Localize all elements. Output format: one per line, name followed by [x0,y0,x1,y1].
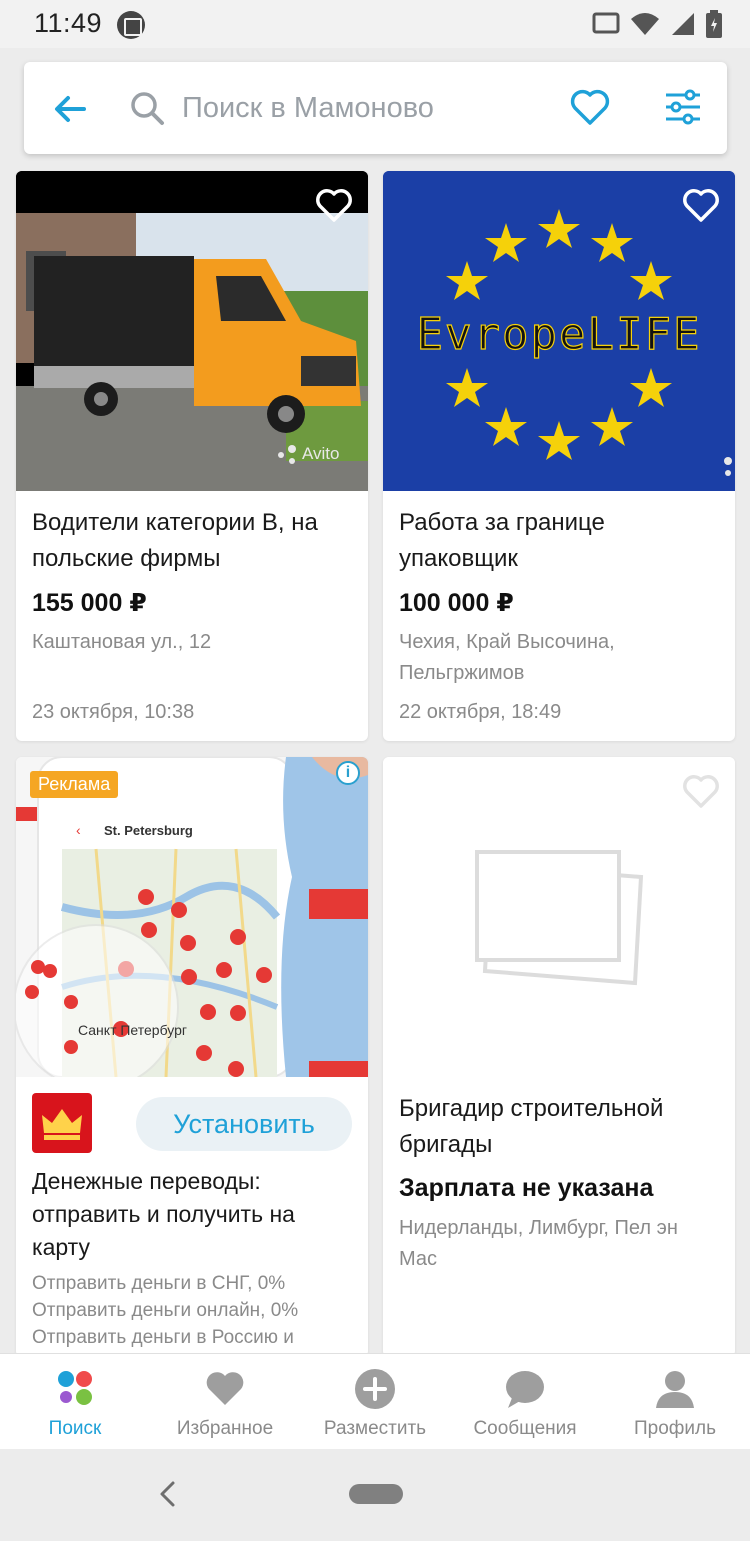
ad-map-image: ‹ St. Petersburg Санкт Петербург [16,757,368,1077]
nav-item-profile[interactable]: Профиль [600,1354,750,1449]
nav-item-search[interactable]: Поиск [0,1354,150,1449]
system-back-icon[interactable] [155,1479,179,1509]
signal-icon [672,13,694,35]
plus-circle-icon [355,1369,395,1409]
ad-description-line: Отправить деньги онлайн, 0% [32,1300,299,1321]
favorites-heart-icon[interactable] [569,86,611,128]
ad-card[interactable]: ‹ St. Petersburg Санкт Петербург Реклама… [16,757,368,1357]
nav-item-post[interactable]: Разместить [300,1354,450,1449]
listing-title: Водители категории В, на польские фирмы [32,509,318,572]
listing-card[interactable]: Бригадир строительной бригады Зарплата н… [383,757,735,1357]
listing-date: 23 октября, 10:38 [32,701,195,723]
nav-item-favorites[interactable]: Избранное [150,1354,300,1449]
nav-item-messages[interactable]: Сообщения [450,1354,600,1449]
ad-badge: Реклама [30,771,119,798]
nav-label: Разместить [323,1418,427,1439]
ad-title: Денежные переводы: отправить и получить … [32,1168,295,1260]
system-home-pill[interactable] [349,1484,403,1504]
cast-icon [592,12,620,34]
filter-icon[interactable] [662,86,704,128]
ad-description-line: Отправить деньги в Россию и [32,1327,294,1348]
search-icon [131,92,164,125]
back-arrow-icon[interactable] [50,89,90,129]
listing-price: 100 000 ₽ [399,589,514,617]
search-header [24,62,727,154]
listing-title: Бригадир строительной бригады [399,1095,664,1158]
ad-description-line: Отправить деньги в СНГ, 0% [32,1273,286,1294]
install-button[interactable]: Установить [136,1097,352,1151]
search-dots-icon [58,1371,92,1405]
crown-icon [42,1109,82,1140]
notification-app-icon [117,11,145,39]
listing-card[interactable]: EvropeLIFE Работа за границе упаковщик 1… [383,171,735,741]
ad-app-logo [32,1093,92,1153]
battery-icon [706,10,722,38]
listing-location: Каштановая ул., 12 [32,631,212,653]
chat-bubble-icon [506,1371,544,1408]
svg-text:‹: ‹ [76,822,81,838]
favorite-heart-icon[interactable] [314,185,354,225]
system-navigation-bar [0,1449,750,1541]
ad-image: ‹ St. Petersburg Санкт Петербург [16,757,368,1077]
bottom-navigation: Поиск Избранное Разместить Сообщения Про… [0,1353,750,1449]
listing-price: 155 000 ₽ [32,589,147,617]
wifi-icon [631,13,659,35]
search-input[interactable] [182,86,562,130]
nav-label: Поиск [48,1418,102,1439]
favorite-heart-icon[interactable] [681,771,721,811]
listing-price: Зарплата не указана [399,1174,654,1202]
listing-title: Работа за границе упаковщик [399,509,605,572]
person-icon [656,1371,694,1408]
listing-date: 22 октября, 18:49 [399,701,562,723]
status-bar: 11:49 [0,0,750,48]
favorite-heart-icon[interactable] [681,185,721,225]
nav-label: Сообщения [473,1418,577,1439]
ad-map-city-ru: Санкт Петербург [78,1022,187,1038]
nav-label: Профиль [633,1418,717,1439]
listing-card[interactable]: Avito Водители категории В, на польские … [16,171,368,741]
status-icons [592,10,722,38]
ad-map-city: St. Petersburg [104,823,193,838]
heart-icon [206,1372,244,1405]
ad-info-icon[interactable]: i [336,761,360,785]
nav-label: Избранное [176,1418,274,1439]
listing-location: Нидерланды, Лимбург, Пел эн Мас [399,1217,678,1270]
listing-location: Чехия, Край Высочина, Пельгржимов [399,631,615,684]
status-time: 11:49 [34,8,103,38]
evropelife-text: EvropeLIFE [417,309,702,360]
avito-watermark: Avito [302,444,340,463]
screen: 11:49 Поиск в Мамоново Avito Водители ка… [0,0,750,1541]
